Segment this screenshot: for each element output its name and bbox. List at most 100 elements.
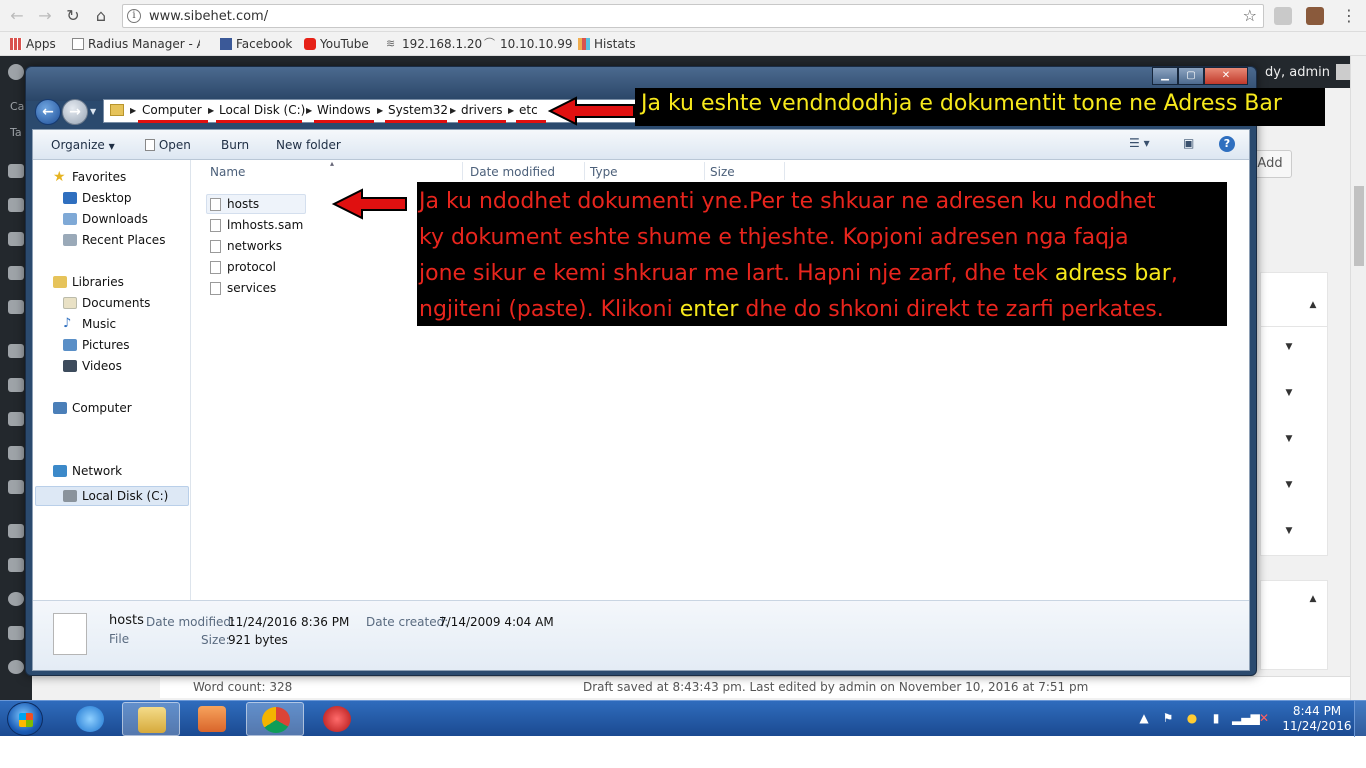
chrome-menu-icon[interactable]: ⋮ [1338, 6, 1360, 26]
column-name[interactable]: Name [210, 165, 245, 179]
file-row-lmhosts[interactable]: lmhosts.sam [210, 218, 303, 232]
breadcrumb-local-disk[interactable]: Local Disk (C:) [219, 103, 305, 117]
nav-recent-places[interactable]: Recent Places [63, 233, 165, 247]
breadcrumb-windows[interactable]: Windows [317, 103, 371, 117]
chevron-down-icon[interactable]: ▼ [1281, 431, 1297, 447]
volume-muted-icon[interactable]: ✕ [1256, 710, 1272, 726]
media-icon[interactable] [8, 232, 24, 246]
nav-network[interactable]: Network [53, 464, 122, 478]
maximize-icon[interactable]: ▢ [1178, 67, 1204, 85]
users-icon[interactable] [8, 412, 24, 426]
column-divider[interactable] [462, 162, 463, 180]
breadcrumb-arrow-icon[interactable]: ▶ [377, 106, 383, 115]
info-icon[interactable]: i [127, 9, 141, 23]
omnibox[interactable]: i www.sibehet.com/ ☆ [122, 4, 1264, 28]
taskbar-app[interactable] [308, 702, 366, 736]
nav-downloads[interactable]: Downloads [63, 212, 148, 226]
taskbar-ie[interactable] [61, 702, 119, 736]
nav-computer[interactable]: Computer [53, 401, 132, 415]
shield-icon[interactable] [8, 558, 24, 572]
nav-libraries[interactable]: Libraries [53, 275, 124, 289]
nav-pictures[interactable]: Pictures [63, 338, 130, 352]
mail-icon[interactable] [8, 300, 24, 314]
collapse-arrow-icon[interactable]: ▲ [1305, 297, 1321, 313]
bookmark-apps[interactable]: Apps [10, 36, 56, 52]
close-icon[interactable]: ✕ [1204, 67, 1248, 85]
breadcrumb-etc[interactable]: etc [519, 103, 538, 117]
column-divider[interactable] [584, 162, 585, 180]
breadcrumb-computer[interactable]: Computer [142, 103, 202, 117]
nav-music[interactable]: ♪ Music [63, 317, 116, 331]
show-desktop-button[interactable] [1354, 701, 1366, 737]
browser-forward-icon[interactable]: → [34, 6, 56, 26]
breadcrumb-system32[interactable]: System32 [388, 103, 448, 117]
view-options-icon[interactable]: ☰ ▾ [1129, 136, 1150, 150]
seo-icon[interactable] [8, 524, 24, 538]
bookmark-star-icon[interactable]: ☆ [1243, 6, 1257, 25]
taskbar-explorer[interactable] [122, 702, 180, 736]
action-center-flag-icon[interactable]: ⚑ [1160, 710, 1176, 726]
taskbar-media-player[interactable] [183, 702, 241, 736]
battery-icon[interactable]: ▮ [1208, 710, 1224, 726]
preview-pane-icon[interactable]: ▣ [1183, 136, 1194, 150]
file-row-protocol[interactable]: protocol [210, 260, 276, 274]
breadcrumb-arrow-icon[interactable]: ▶ [508, 106, 514, 115]
collapse-arrow-icon[interactable]: ▲ [1305, 591, 1321, 607]
file-row-hosts[interactable]: hosts [210, 197, 259, 211]
column-date-modified[interactable]: Date modified [470, 165, 555, 179]
column-divider[interactable] [704, 162, 705, 180]
file-row-services[interactable]: services [210, 281, 276, 295]
organize-button[interactable]: Organize ▼ [51, 138, 115, 152]
tray-expand-icon[interactable]: ▲ [1136, 710, 1152, 726]
nav-documents[interactable]: Documents [63, 296, 150, 310]
nav-favorites[interactable]: ★ Favorites [53, 170, 126, 184]
column-divider[interactable] [784, 162, 785, 180]
reload-icon[interactable]: ↻ [62, 6, 84, 26]
nav-local-disk[interactable]: Local Disk (C:) [63, 489, 168, 503]
chevron-down-icon[interactable]: ▼ [1281, 385, 1297, 401]
signal-icon[interactable]: ▂▄▆ [1232, 710, 1260, 726]
home-icon[interactable]: ⌂ [90, 6, 112, 26]
howdy-text[interactable]: dy, admin [1265, 65, 1330, 80]
breadcrumb-arrow-icon[interactable]: ▶ [208, 106, 214, 115]
tray-app-icon[interactable]: ● [1184, 710, 1200, 726]
instagram-extension-icon[interactable] [1306, 7, 1324, 25]
bookmark-192[interactable]: ≋ 192.168.1.20 [386, 36, 482, 52]
breadcrumb-arrow-icon[interactable]: ▶ [130, 106, 136, 115]
tools-icon[interactable] [8, 446, 24, 460]
minimize-icon[interactable]: ▁ [1152, 67, 1178, 85]
collapse-menu-icon[interactable] [8, 660, 24, 674]
file-row-networks[interactable]: networks [210, 239, 282, 253]
open-button[interactable]: Open [145, 138, 191, 152]
plugins-icon[interactable] [8, 378, 24, 392]
bookmark-youtube[interactable]: YouTube [304, 36, 369, 52]
browser-back-icon[interactable]: ← [6, 6, 28, 26]
start-button[interactable] [7, 702, 43, 736]
forward-icon[interactable]: → [62, 99, 88, 125]
burn-button[interactable]: Burn [221, 138, 249, 152]
chevron-down-icon[interactable]: ▼ [1281, 523, 1297, 539]
wordpress-icon[interactable] [8, 64, 24, 80]
nav-videos[interactable]: Videos [63, 359, 122, 373]
taskbar-chrome[interactable] [246, 702, 304, 736]
settings-icon[interactable] [8, 480, 24, 494]
dashboard-icon[interactable] [8, 164, 24, 178]
chevron-down-icon[interactable]: ▼ [1281, 477, 1297, 493]
bookmark-radius-manager[interactable]: Radius Manager - Adı [72, 36, 200, 52]
column-size[interactable]: Size [710, 165, 735, 179]
breadcrumb-drivers[interactable]: drivers [461, 103, 503, 117]
scrollbar-thumb[interactable] [1354, 186, 1364, 266]
recent-pages-icon[interactable]: ▼ [90, 107, 96, 116]
info-icon[interactable] [8, 592, 24, 606]
comments-icon[interactable] [8, 266, 24, 280]
help-icon[interactable]: ? [1219, 136, 1235, 152]
bookmark-histats[interactable]: Histats [578, 36, 636, 52]
page-scrollbar[interactable] [1350, 56, 1366, 700]
nav-desktop[interactable]: Desktop [63, 191, 132, 205]
bookmark-10[interactable]: ⌒ 10.10.10.99 [484, 36, 573, 52]
breadcrumb-arrow-icon[interactable]: ▶ [306, 106, 312, 115]
gear-icon[interactable] [8, 626, 24, 640]
back-icon[interactable]: ← [35, 99, 61, 125]
extension-icon[interactable] [1274, 7, 1292, 25]
chevron-down-icon[interactable]: ▼ [1281, 339, 1297, 355]
